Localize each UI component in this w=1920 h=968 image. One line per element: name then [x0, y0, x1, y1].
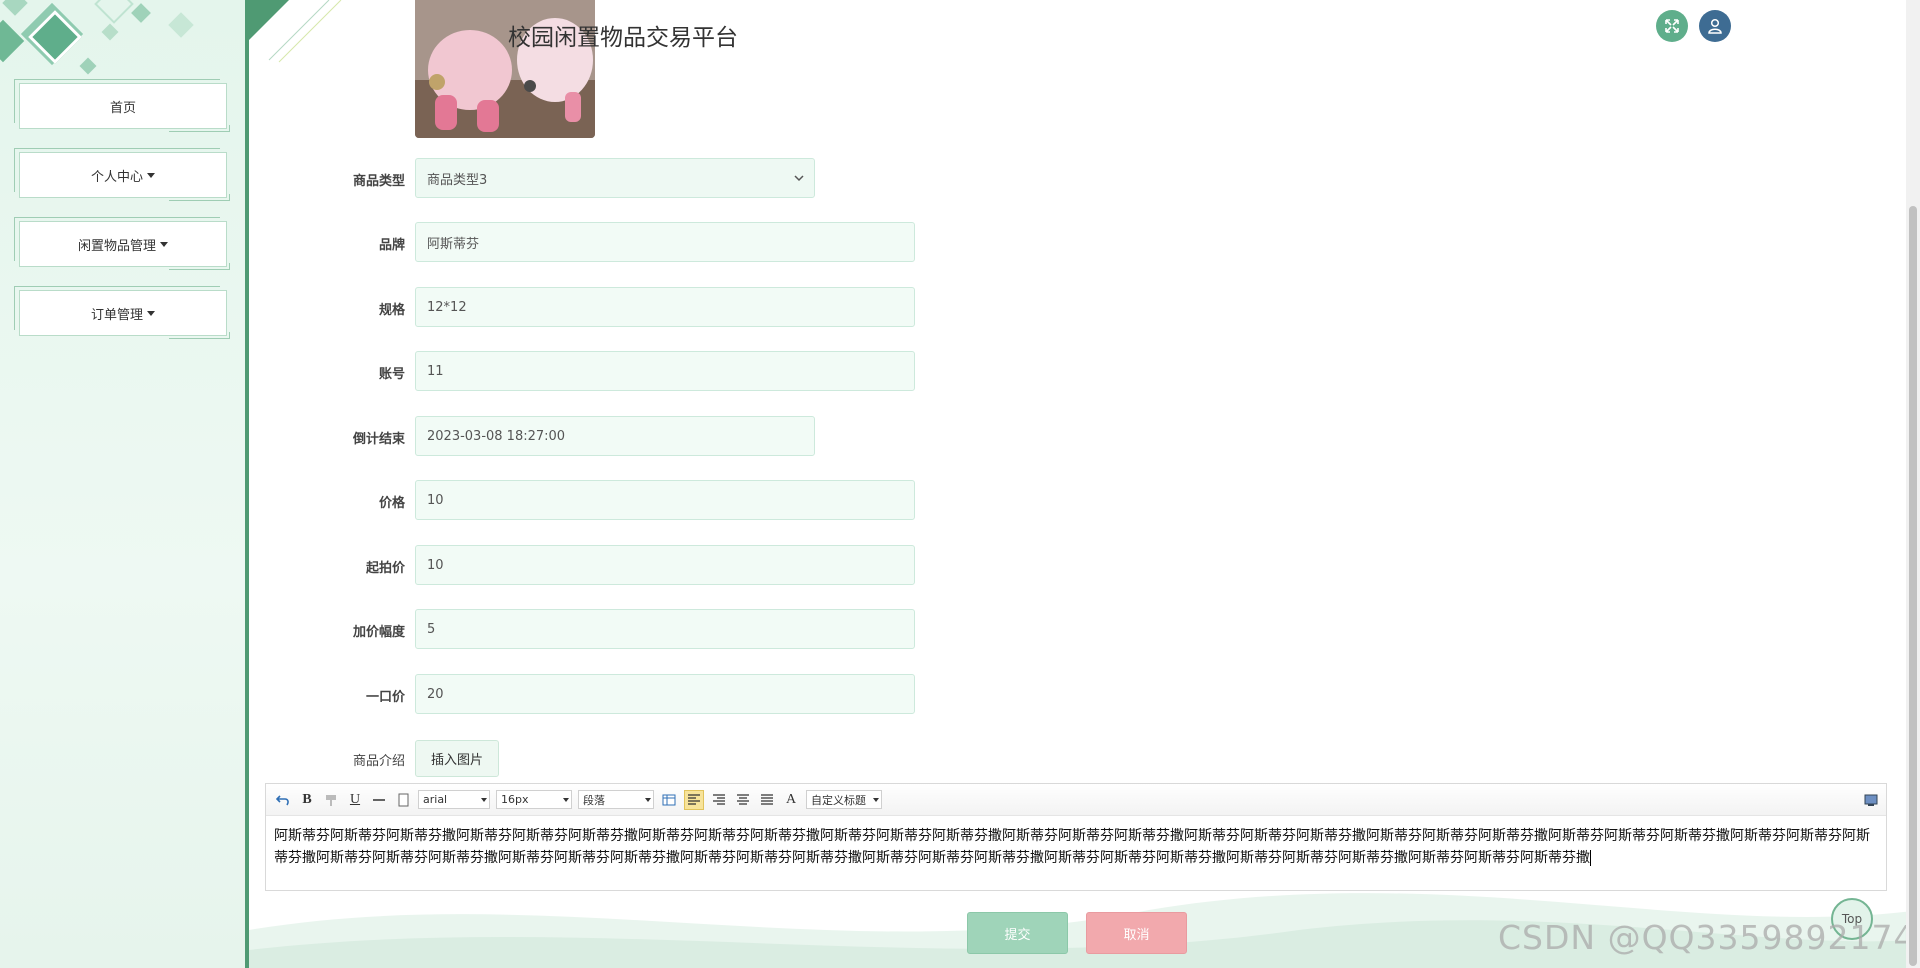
account-field[interactable]: 11: [415, 351, 915, 391]
fullscreen-editor-icon[interactable]: [1862, 791, 1880, 809]
category-value: 商品类型3: [427, 172, 488, 188]
caret-down-icon: [160, 241, 168, 247]
sidebar-item-label: 个人中心: [90, 169, 143, 185]
insert-image-button[interactable]: 插入图片: [415, 740, 499, 777]
font-color-icon[interactable]: A: [782, 791, 800, 809]
editor-content[interactable]: 阿斯蒂芬阿斯蒂芬阿斯蒂芬撒阿斯蒂芬阿斯蒂芬阿斯蒂芬撒阿斯蒂芬阿斯蒂芬阿斯蒂芬撒阿…: [266, 816, 1886, 878]
increment-label: 加价幅度: [352, 625, 405, 640]
sidebar-item-label: 订单管理: [90, 307, 143, 323]
sidebar-item-personal-center[interactable]: 个人中心: [14, 148, 230, 201]
paragraph-select[interactable]: 段落: [578, 790, 654, 809]
horizontal-rule-icon[interactable]: [370, 791, 388, 809]
countdown-value: 2023-03-08 18:27:00: [427, 428, 566, 444]
spec-label: 规格: [378, 303, 405, 318]
brand-field[interactable]: 阿斯蒂芬: [415, 222, 915, 262]
align-left-icon[interactable]: [684, 789, 704, 810]
editor-toolbar: B U arial 16px 段落 A 自定义标题: [266, 784, 1886, 816]
sidebar-item-idle-goods[interactable]: 闲置物品管理: [14, 217, 230, 270]
countdown-label: 倒计结束: [352, 432, 405, 447]
rich-text-editor[interactable]: B U arial 16px 段落 A 自定义标题 阿斯蒂芬阿斯蒂芬阿斯蒂芬撒阿…: [265, 783, 1887, 891]
sidebar-decoration: [0, 0, 245, 80]
font-size-select[interactable]: 16px: [496, 790, 572, 809]
price-value: 10: [427, 492, 444, 508]
expand-icon: [1665, 19, 1679, 33]
underline-icon[interactable]: U: [346, 791, 364, 809]
increment-field[interactable]: 5: [415, 609, 915, 649]
buyout-value: 20: [427, 686, 444, 702]
spec-value: 12*12: [427, 299, 467, 315]
custom-title-select[interactable]: 自定义标题: [806, 790, 882, 809]
align-right-icon[interactable]: [710, 791, 728, 809]
sidebar-item-orders[interactable]: 订单管理: [14, 286, 230, 339]
sidebar-item-home[interactable]: 首页: [14, 79, 230, 132]
editor-text: 阿斯蒂芬阿斯蒂芬阿斯蒂芬撒阿斯蒂芬阿斯蒂芬阿斯蒂芬撒阿斯蒂芬阿斯蒂芬阿斯蒂芬撒阿…: [274, 828, 1870, 866]
spec-field[interactable]: 12*12: [415, 287, 915, 327]
custom-title-value: 自定义标题: [811, 793, 866, 807]
increment-value: 5: [427, 621, 436, 637]
account-label: 账号: [378, 367, 405, 382]
buyout-label: 一口价: [365, 690, 405, 705]
document-icon[interactable]: [394, 791, 412, 809]
sidebar-item-label: 闲置物品管理: [77, 238, 156, 254]
font-size-value: 16px: [501, 793, 529, 806]
user-button[interactable]: [1699, 10, 1731, 42]
brand-value: 阿斯蒂芬: [427, 236, 480, 252]
caret-down-icon: [147, 310, 155, 316]
fullscreen-button[interactable]: [1656, 10, 1688, 42]
start-price-label: 起拍价: [365, 561, 405, 576]
table-icon[interactable]: [660, 791, 678, 809]
undo-icon[interactable]: [274, 791, 292, 809]
caret-down-icon: [147, 172, 155, 178]
price-label: 价格: [378, 496, 405, 511]
font-family-value: arial: [423, 793, 448, 806]
format-painter-icon[interactable]: [322, 791, 340, 809]
category-select[interactable]: 商品类型3: [415, 158, 815, 198]
sidebar: 首页 个人中心 闲置物品管理 订单管理: [0, 0, 249, 968]
scrollbar-thumb[interactable]: [1909, 206, 1917, 966]
watermark: CSDN @QQ3359892174: [1498, 918, 1916, 957]
align-center-icon[interactable]: [734, 791, 752, 809]
page-title: 校园闲置物品交易平台: [508, 25, 738, 51]
bold-icon[interactable]: B: [298, 791, 316, 809]
chevron-down-icon: [794, 175, 804, 182]
scrollbar[interactable]: [1906, 0, 1920, 968]
paragraph-value: 段落: [583, 793, 605, 807]
font-family-select[interactable]: arial: [418, 790, 490, 809]
corner-decoration: [249, 0, 369, 70]
account-value: 11: [427, 363, 444, 379]
cancel-button[interactable]: 取消: [1086, 912, 1187, 954]
user-icon: [1708, 18, 1722, 34]
start-price-field[interactable]: 10: [415, 545, 915, 585]
submit-button[interactable]: 提交: [967, 912, 1068, 954]
price-field[interactable]: 10: [415, 480, 915, 520]
text-cursor: [1590, 850, 1591, 866]
category-label: 商品类型: [352, 174, 405, 189]
intro-label: 商品介绍: [352, 754, 405, 769]
sidebar-item-label: 首页: [109, 100, 136, 116]
countdown-field[interactable]: 2023-03-08 18:27:00: [415, 416, 815, 456]
align-justify-icon[interactable]: [758, 791, 776, 809]
buyout-field[interactable]: 20: [415, 674, 915, 714]
brand-label: 品牌: [378, 238, 405, 253]
start-price-value: 10: [427, 557, 444, 573]
